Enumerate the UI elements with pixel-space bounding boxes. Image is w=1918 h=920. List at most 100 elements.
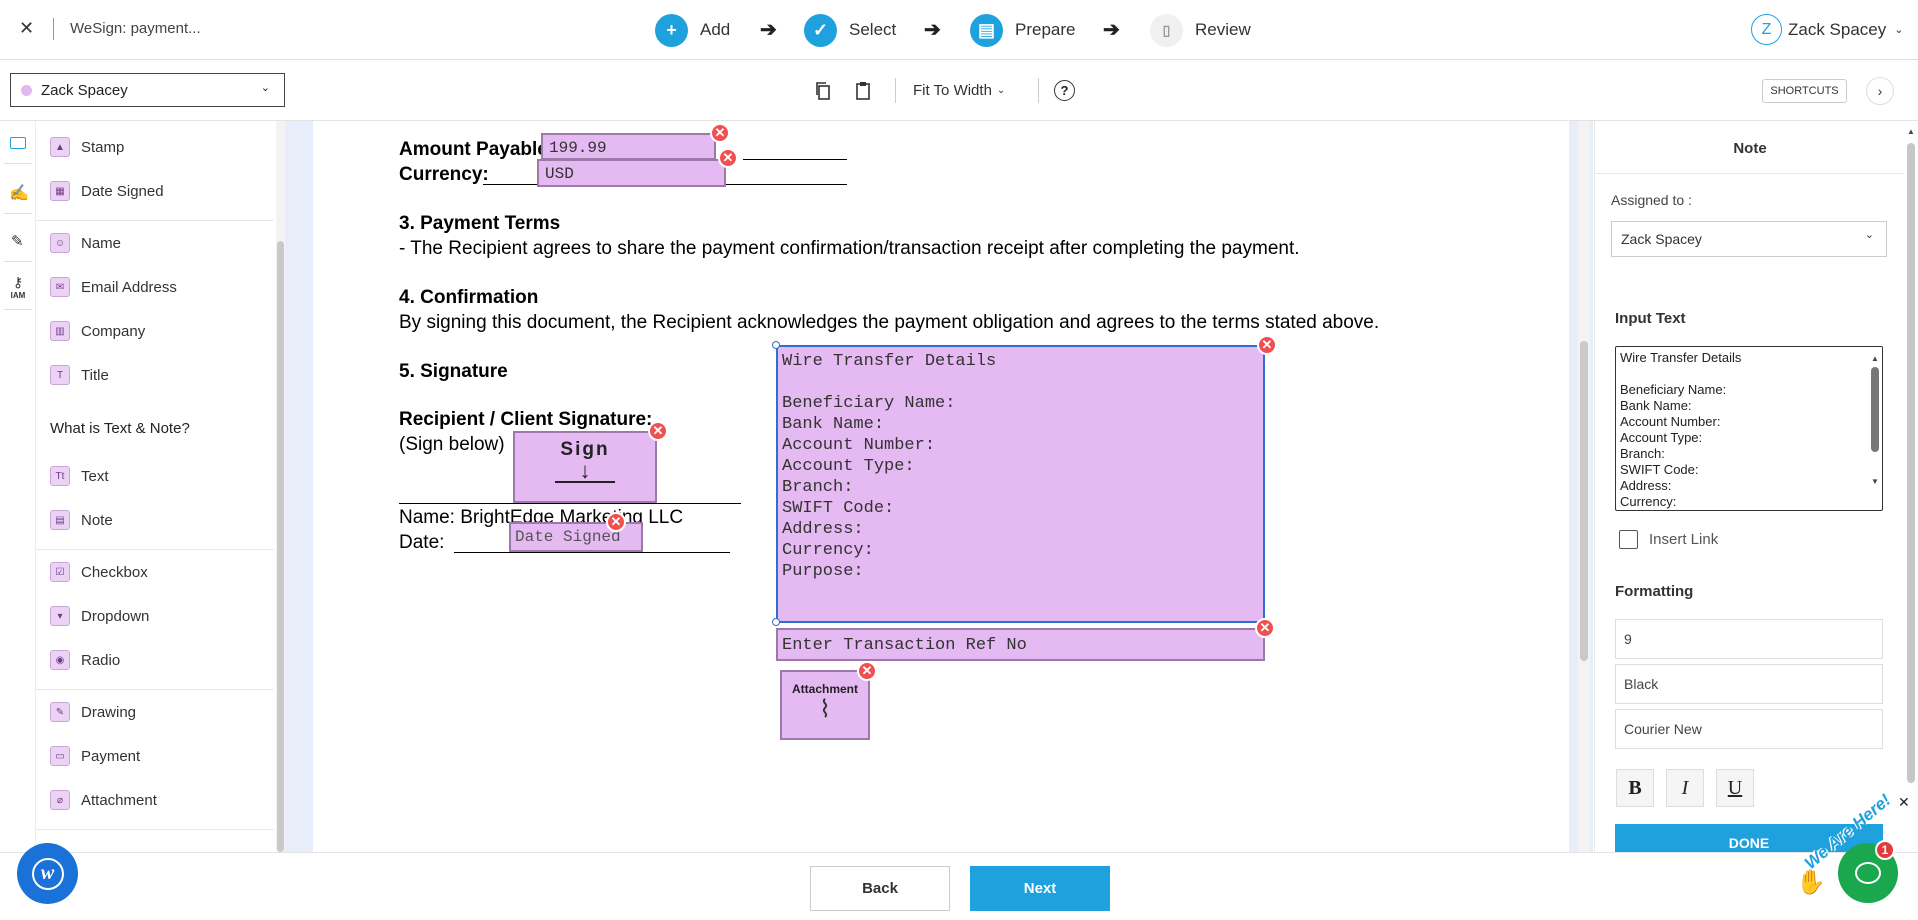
bottom-bar: Back Next: [0, 852, 1918, 920]
attachment-field[interactable]: Attachment ⌇: [780, 670, 870, 740]
field-checkbox[interactable]: ☑ Checkbox: [50, 557, 148, 587]
delete-field-icon[interactable]: ✕: [1255, 618, 1275, 638]
field-payment[interactable]: ▭ Payment: [50, 741, 140, 771]
insert-link-label: Insert Link: [1649, 531, 1719, 548]
top-bar: ✕ WeSign: payment... + Add ➔ ✓ Select ➔ …: [0, 0, 1918, 60]
chat-close-icon[interactable]: ✕: [1898, 794, 1910, 811]
textarea-line: Branch:: [1620, 446, 1665, 461]
divider: [36, 689, 274, 690]
document-canvas[interactable]: Amount Payable: Currency: 199.99 ✕ USD ✕…: [285, 121, 1593, 852]
divider: [1038, 78, 1039, 103]
assigned-select[interactable]: Zack Spacey ⌄: [1611, 221, 1887, 257]
next-button[interactable]: Next: [970, 866, 1110, 911]
delete-field-icon[interactable]: ✕: [857, 661, 877, 681]
step-add[interactable]: + Add: [655, 13, 730, 47]
note-field[interactable]: Wire Transfer Details Beneficiary Name: …: [776, 345, 1265, 623]
delete-field-icon[interactable]: ✕: [718, 148, 738, 168]
close-icon[interactable]: ✕: [19, 18, 34, 39]
bold-button[interactable]: B: [1616, 769, 1654, 807]
textarea-line: Beneficiary Name:: [1620, 382, 1727, 397]
user-name: Zack Spacey: [1788, 19, 1887, 39]
font-input[interactable]: Courier New: [1615, 709, 1883, 749]
help-icon[interactable]: ?: [1054, 80, 1075, 101]
recipient-select[interactable]: Zack Spacey ⌄: [10, 73, 285, 107]
document-title: WeSign: payment...: [70, 20, 201, 37]
copy-icon[interactable]: [813, 81, 833, 101]
currency-field[interactable]: USD: [537, 159, 726, 187]
field-drawing[interactable]: ✎ Drawing: [50, 697, 136, 727]
step-label: Review: [1195, 20, 1251, 39]
chevron-up-icon[interactable]: ▲: [1870, 351, 1880, 367]
textarea-line: Account Number:: [1620, 414, 1721, 429]
amount-field[interactable]: 199.99: [541, 133, 716, 160]
delete-field-icon[interactable]: ✕: [648, 421, 668, 441]
field-attachment[interactable]: ⌀ Attachment: [50, 785, 157, 815]
input-textarea[interactable]: Wire Transfer Details Beneficiary Name: …: [1615, 346, 1883, 511]
field-title[interactable]: T Title: [50, 360, 109, 390]
canvas-scrollbar[interactable]: [1578, 121, 1590, 852]
back-button[interactable]: Back: [810, 866, 950, 911]
chevron-up-icon[interactable]: ▲: [1907, 127, 1915, 136]
field-stamp[interactable]: ▲ Stamp: [50, 132, 124, 162]
pen-tab-icon[interactable]: ✎: [11, 232, 24, 250]
fields-tab-icon[interactable]: [10, 137, 26, 149]
insert-link-checkbox[interactable]: [1619, 530, 1638, 549]
fit-to-width-dropdown[interactable]: Fit To Width ⌄: [913, 82, 1005, 99]
resize-handle[interactable]: [772, 618, 780, 626]
left-rail: ✍ ✎ ⚷ IAM: [0, 121, 36, 852]
field-radio[interactable]: ◉ Radio: [50, 645, 120, 675]
checkbox-icon: ☑: [50, 562, 70, 582]
color-input[interactable]: Black: [1615, 664, 1883, 704]
help-text-link[interactable]: What is Text & Note?: [50, 420, 190, 437]
user-menu[interactable]: Z Zack Spacey ⌄: [1751, 14, 1903, 45]
shortcuts-button[interactable]: SHORTCUTS: [1762, 79, 1847, 103]
assigned-label: Assigned to :: [1611, 192, 1692, 208]
field-date-signed[interactable]: ▦ Date Signed: [50, 176, 164, 206]
step-select[interactable]: ✓ Select: [804, 13, 896, 47]
date-underline: [454, 552, 730, 553]
check-circle-icon: ✓: [804, 13, 837, 47]
field-dropdown[interactable]: ▾ Dropdown: [50, 601, 149, 631]
delete-field-icon[interactable]: ✕: [1257, 335, 1277, 355]
field-email-address[interactable]: ✉ Email Address: [50, 272, 177, 302]
stamp-icon: ▲: [50, 137, 70, 157]
right-panel-scrollbar[interactable]: ▲: [1904, 121, 1918, 852]
font-size-input[interactable]: 9: [1615, 619, 1883, 659]
amount-label: Amount Payable:: [399, 139, 555, 160]
divider: [36, 549, 274, 550]
field-label: Company: [81, 322, 146, 340]
left-panel-scrollbar[interactable]: [276, 121, 285, 852]
field-name[interactable]: ☺ Name: [50, 228, 121, 258]
sign-field[interactable]: Sign ↓: [513, 431, 657, 503]
scrollbar-thumb[interactable]: [277, 241, 284, 852]
scrollbar-thumb[interactable]: [1871, 367, 1879, 452]
wesign-chat-button[interactable]: w: [17, 843, 78, 904]
field-note[interactable]: ▤ Note: [50, 505, 113, 535]
note-line: Beneficiary Name:: [782, 394, 956, 413]
textarea-scrollbar[interactable]: ▲ ▼: [1870, 351, 1880, 506]
field-text[interactable]: Tt Text: [50, 461, 109, 491]
building-icon: ▥: [50, 321, 70, 341]
chevron-down-icon[interactable]: ▼: [1870, 474, 1880, 490]
chevron-right-icon[interactable]: ›: [1866, 77, 1894, 105]
scrollbar-thumb[interactable]: [1580, 341, 1588, 661]
attachment-icon: ⌀: [50, 790, 70, 810]
transaction-ref-field[interactable]: Enter Transaction Ref No: [776, 628, 1265, 661]
field-company[interactable]: ▥ Company: [50, 316, 145, 346]
underline-button[interactable]: U: [1716, 769, 1754, 807]
italic-button[interactable]: I: [1666, 769, 1704, 807]
resize-handle[interactable]: [772, 341, 780, 349]
avatar: Z: [1751, 14, 1782, 45]
step-review[interactable]: ▯ Review: [1150, 13, 1251, 47]
signature-tab-icon[interactable]: ✍: [9, 183, 29, 203]
step-prepare[interactable]: ▤ Prepare: [970, 13, 1075, 47]
iam-tab-icon[interactable]: ⚷ IAM: [6, 274, 30, 300]
scrollbar-thumb[interactable]: [1907, 143, 1915, 783]
delete-field-icon[interactable]: ✕: [606, 512, 626, 532]
formatting-label: Formatting: [1615, 583, 1694, 600]
textarea-line: [1620, 366, 1878, 382]
paste-icon[interactable]: [853, 81, 873, 101]
delete-field-icon[interactable]: ✕: [710, 123, 730, 143]
textarea-line: Bank Name:: [1620, 398, 1692, 413]
currency-label: Currency:: [399, 164, 489, 185]
